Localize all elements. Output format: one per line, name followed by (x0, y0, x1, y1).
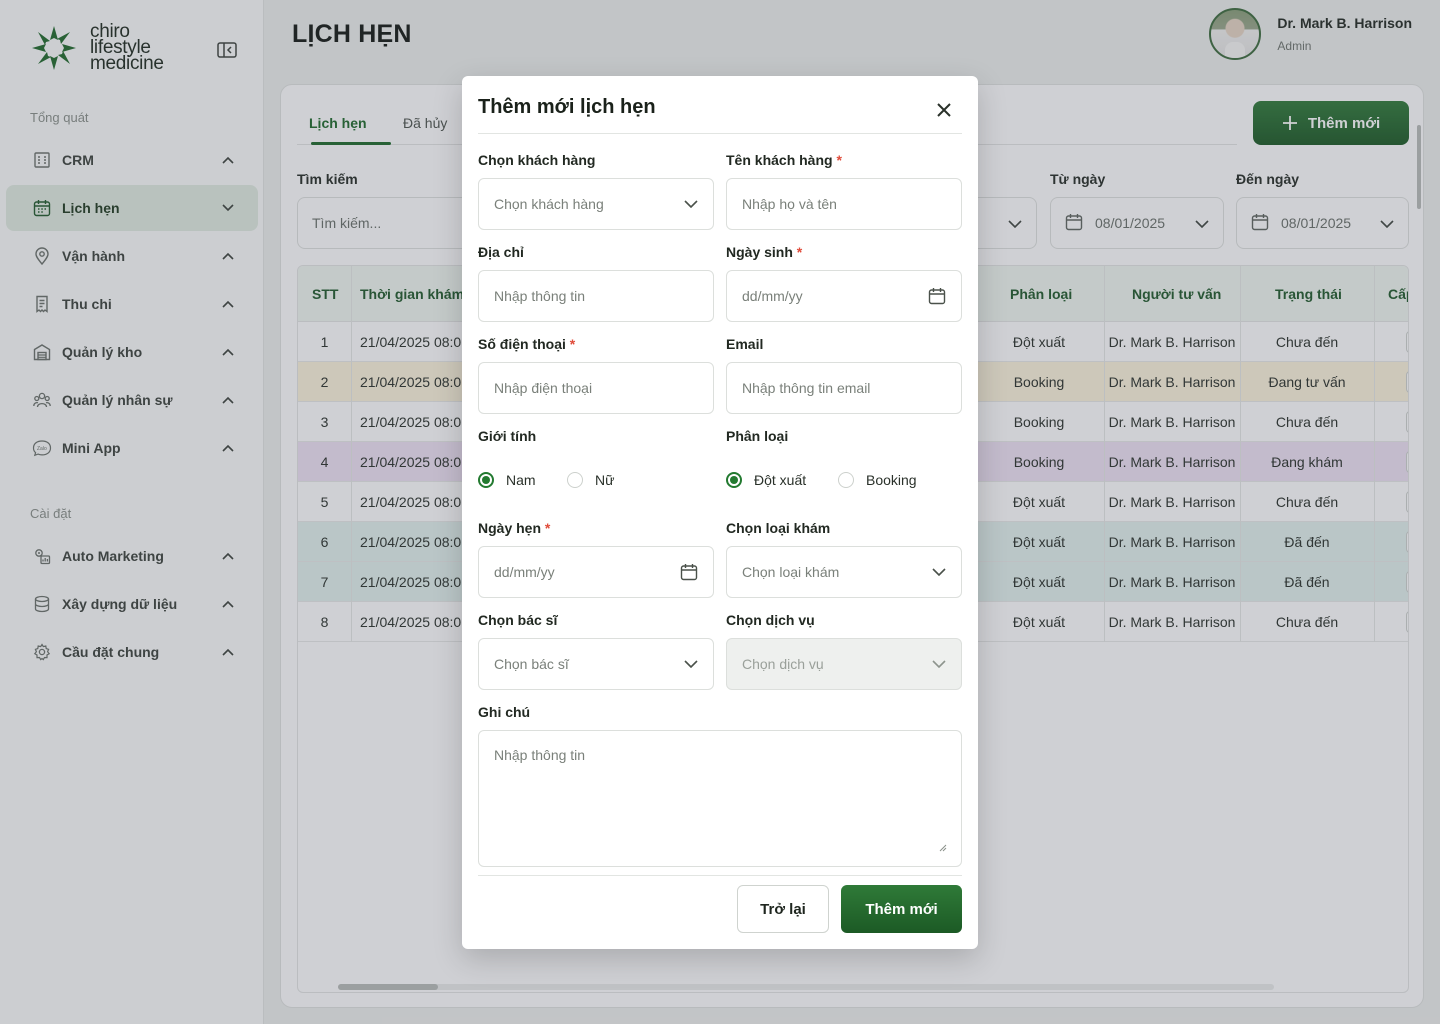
back-button[interactable]: Trở lại (737, 885, 829, 933)
label-text: Chọn bác sĩ (478, 612, 558, 628)
required-asterisk: * (544, 520, 551, 536)
close-button[interactable] (932, 98, 956, 122)
email-label: Email (726, 336, 763, 352)
birthday-picker[interactable]: dd/mm/yy (726, 270, 962, 322)
note-label: Ghi chú (478, 704, 530, 720)
customer-select-label: Chọn khách hàng (478, 152, 595, 168)
modal-title: Thêm mới lịch hẹn (478, 96, 656, 118)
label-text: Ngày hẹn (478, 520, 542, 536)
email-placeholder: Nhập thông tin email (742, 380, 871, 396)
radio-unchecked[interactable] (838, 472, 854, 488)
label-text: Chọn dịch vụ (726, 612, 815, 628)
exam-type-select[interactable]: Chọn loại khám (726, 546, 962, 598)
exam-type-label: Chọn loại khám (726, 520, 830, 536)
required-asterisk: * (836, 152, 842, 168)
add-appointment-modal: Thêm mới lịch hẹn Chọn khách hàng Chọn k… (462, 76, 978, 949)
gender-male-label: Nam (506, 472, 536, 488)
customer-name-placeholder: Nhập họ và tên (742, 196, 837, 212)
calendar-icon[interactable] (928, 287, 946, 305)
appointment-date-label: Ngày hẹn * (478, 520, 550, 536)
label-text: Email (726, 336, 764, 352)
service-placeholder: Chọn dịch vụ (742, 656, 824, 672)
chevron-down-icon (684, 200, 698, 208)
category-booking-radio[interactable]: Booking (838, 472, 917, 488)
resize-handle-icon[interactable] (939, 844, 947, 852)
appointment-date-placeholder: dd/mm/yy (494, 564, 555, 580)
service-select[interactable]: Chọn dịch vụ (726, 638, 962, 690)
customer-select[interactable]: Chọn khách hàng (478, 178, 714, 230)
phone-placeholder: Nhập điện thoại (494, 380, 593, 396)
close-icon (937, 103, 951, 117)
phone-label: Số điện thoại * (478, 336, 575, 352)
radio-checked[interactable] (478, 472, 494, 488)
birthday-label: Ngày sinh * (726, 244, 802, 260)
customer-name-label: Tên khách hàng * (726, 152, 842, 168)
birthday-placeholder: dd/mm/yy (742, 288, 803, 304)
label-text: Chọn loại khám (726, 520, 831, 536)
label-text: Chọn khách hàng (478, 152, 596, 168)
category-label: Phân loại (726, 428, 788, 444)
category-walkin-label: Đột xuất (754, 472, 807, 488)
label-text: Phân loại (726, 428, 789, 444)
modal-footer-divider (478, 875, 962, 876)
chevron-down-icon (932, 568, 946, 576)
address-label: Địa chỉ (478, 244, 524, 260)
chevron-down-icon (932, 660, 946, 668)
chevron-down-icon (684, 660, 698, 668)
doctor-label: Chọn bác sĩ (478, 612, 557, 628)
category-walkin-radio[interactable]: Đột xuất (726, 472, 806, 488)
appointment-date-picker[interactable]: dd/mm/yy (478, 546, 714, 598)
radio-unchecked[interactable] (567, 472, 583, 488)
calendar-icon[interactable] (680, 563, 698, 581)
customer-name-input[interactable]: Nhập họ và tên (726, 178, 962, 230)
label-text: Giới tính (478, 428, 537, 444)
label-text: Số điện thoại (478, 336, 566, 352)
required-asterisk: * (569, 336, 576, 352)
label-text: Địa chỉ (478, 244, 524, 260)
phone-input[interactable]: Nhập điện thoại (478, 362, 714, 414)
gender-male-radio[interactable]: Nam (478, 472, 536, 488)
required-asterisk: * (796, 244, 803, 260)
customer-select-placeholder: Chọn khách hàng (494, 196, 604, 212)
modal-divider (478, 133, 962, 134)
note-placeholder: Nhập thông tin (494, 747, 586, 763)
service-label: Chọn dịch vụ (726, 612, 815, 628)
note-textarea[interactable]: Nhập thông tin (478, 730, 962, 867)
label-text: Tên khách hàng (726, 152, 833, 168)
radio-checked[interactable] (726, 472, 742, 488)
submit-button[interactable]: Thêm mới (841, 885, 962, 933)
label-text: Ngày sinh (726, 244, 793, 260)
email-input[interactable]: Nhập thông tin email (726, 362, 962, 414)
address-input[interactable]: Nhập thông tin (478, 270, 714, 322)
gender-label: Giới tính (478, 428, 536, 444)
address-placeholder: Nhập thông tin (494, 288, 586, 304)
doctor-select[interactable]: Chọn bác sĩ (478, 638, 714, 690)
gender-female-radio[interactable]: Nữ (567, 472, 614, 488)
doctor-placeholder: Chọn bác sĩ (494, 656, 569, 672)
label-text: Ghi chú (478, 704, 531, 720)
exam-type-placeholder: Chọn loại khám (742, 564, 840, 580)
gender-female-label: Nữ (595, 472, 615, 488)
category-booking-label: Booking (866, 472, 917, 488)
